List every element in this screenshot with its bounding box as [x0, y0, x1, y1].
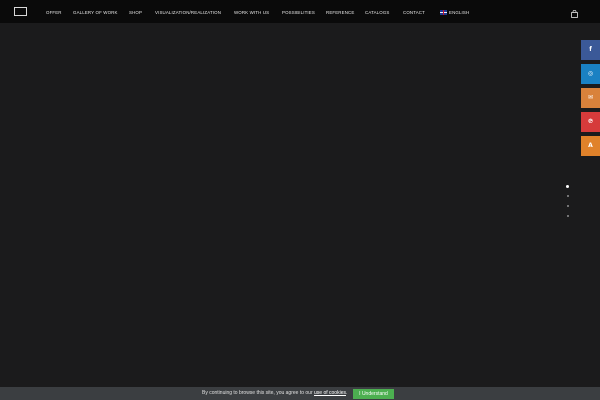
- slider-dot[interactable]: [566, 195, 569, 198]
- nav-item-reference[interactable]: REFERENCE: [326, 10, 354, 15]
- nav-item-offer[interactable]: OFFER: [46, 10, 62, 15]
- shopping-bag-icon[interactable]: [571, 10, 578, 18]
- slider-dot[interactable]: [566, 204, 569, 207]
- language-switcher[interactable]: ENGLISH: [449, 10, 469, 15]
- pinterest-icon: ℗: [587, 118, 594, 125]
- facebook-button[interactable]: f: [581, 40, 600, 60]
- slider-dot[interactable]: [566, 214, 569, 217]
- uk-flag-icon: [440, 10, 447, 15]
- cookie-bar: By continuing to browse this site, you a…: [0, 387, 600, 400]
- hero-area: [0, 23, 600, 387]
- nav-item-possibilities[interactable]: POSSIBILITIES: [282, 10, 315, 15]
- nav-item-catalogs[interactable]: CATALOGS: [365, 10, 389, 15]
- main-navigation: OFFER GALLERY OF WORK SHOP VISUALIZATION…: [0, 0, 600, 23]
- cookie-text-before: By continuing to browse this site, you a…: [202, 390, 315, 396]
- nav-item-contact[interactable]: CONTACT: [403, 10, 425, 15]
- facebook-icon: f: [589, 46, 592, 53]
- cookie-accept-button[interactable]: I Understand: [353, 389, 394, 399]
- nav-item-visualization-realization[interactable]: VISUALIZATION/REALIZATION: [155, 10, 221, 15]
- pinterest-button[interactable]: ℗: [581, 112, 600, 132]
- slider-dot-active[interactable]: [566, 184, 569, 188]
- cookie-text-after: .: [345, 390, 348, 396]
- nav-item-shop[interactable]: SHOP: [129, 10, 142, 15]
- email-button[interactable]: ✉: [581, 88, 600, 108]
- cookie-message: By continuing to browse this site, you a…: [202, 391, 347, 396]
- instagram-icon: ◎: [587, 70, 594, 77]
- cookie-policy-link[interactable]: use of cookies: [314, 390, 346, 396]
- email-icon: ✉: [587, 94, 594, 101]
- top-header: OFFER GALLERY OF WORK SHOP VISUALIZATION…: [0, 0, 600, 23]
- a-icon: A: [588, 142, 593, 149]
- instagram-button[interactable]: ◎: [581, 64, 600, 84]
- nav-item-gallery-of-work[interactable]: GALLERY OF WORK: [73, 10, 118, 15]
- nav-item-work-with-us[interactable]: WORK WITH US: [234, 10, 269, 15]
- a-button[interactable]: A: [581, 136, 600, 156]
